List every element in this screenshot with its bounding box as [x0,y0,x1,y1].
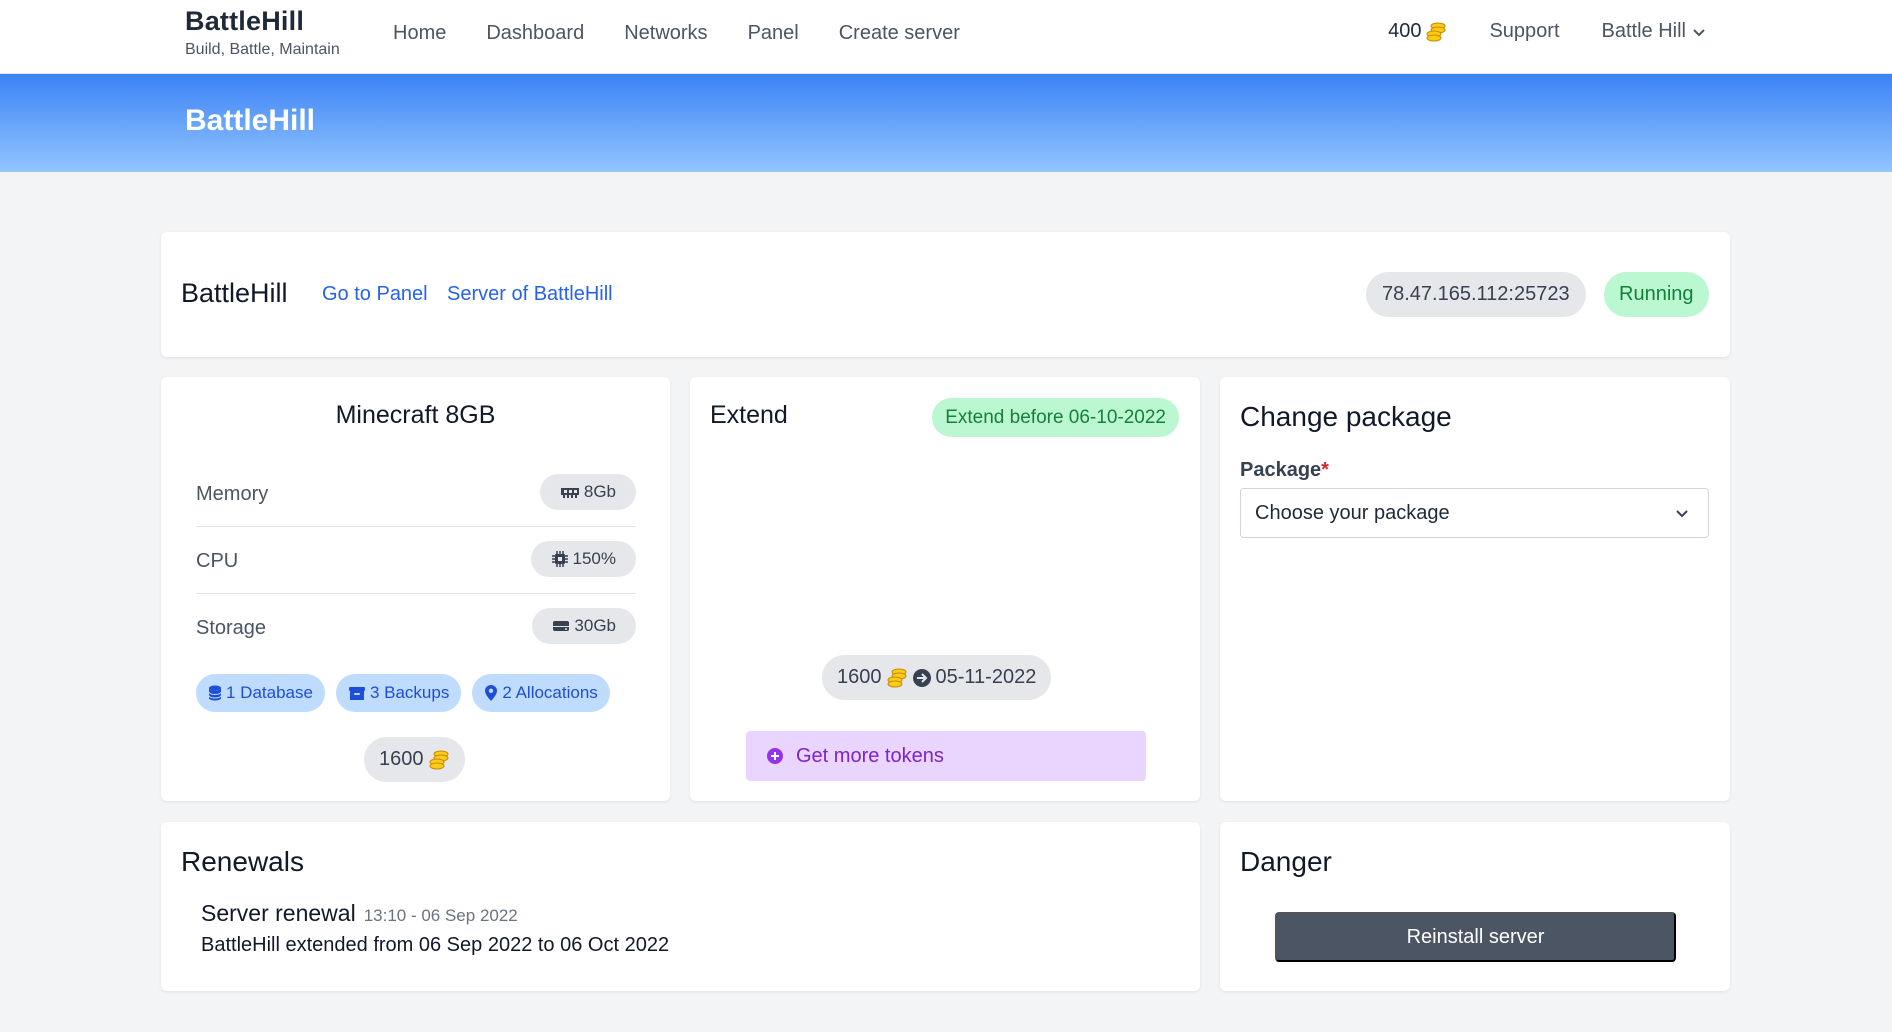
spec-row-storage: Storage 30Gb [196,594,636,661]
extend-cost: 1600 [837,666,882,688]
location-pin-icon [484,684,498,702]
server-name: BattleHill [181,278,288,308]
spec-value: 150% [572,549,616,568]
nav-link-home[interactable]: Home [393,22,446,45]
token-balance: 400 [1388,20,1447,43]
go-to-panel-link[interactable]: Go to Panel [322,283,428,306]
brand-subtitle: Build, Battle, Maintain [185,41,340,58]
extend-title: Extend [710,401,788,429]
renewal-time: 13:10 - 06 Sep 2022 [363,906,518,925]
server-address-badge[interactable]: 78.47.165.112:25723 [1366,272,1586,317]
user-menu[interactable]: Battle Hill [1602,20,1706,43]
extend-deadline-badge: Extend before 06-10-2022 [932,398,1179,437]
change-package-title: Change package [1240,401,1452,432]
renewal-heading: Server renewal [201,900,356,926]
page-banner: BattleHill [0,74,1892,172]
server-header-card: BattleHill Go to Panel Server of BattleH… [161,232,1730,357]
renewals-title: Renewals [181,846,304,877]
cpu-icon [551,550,569,568]
plus-circle-icon [766,747,784,765]
feature-badge-allocations: 2 Allocations [472,674,610,712]
token-balance-value: 400 [1388,20,1422,42]
spec-label: Memory [196,483,269,505]
package-label-text: Package [1240,459,1322,481]
memory-icon [560,485,580,499]
extend-card: Extend Extend before 06-10-2022 1600 05-… [690,377,1200,801]
package-name: Minecraft 8GB [335,401,496,429]
nav-link-create-server[interactable]: Create server [839,22,960,45]
package-select[interactable]: Choose your package [1240,488,1709,538]
storage-icon [552,619,570,633]
brand[interactable]: BattleHill Build, Battle, Maintain [185,6,340,59]
change-package-card: Change package Package* Choose your pack… [1220,377,1730,801]
danger-title: Danger [1240,846,1332,877]
extend-new-date: 05-11-2022 [935,666,1037,688]
package-features: 1 Database 3 Backups 2 Allocations [196,674,610,712]
chevron-down-icon [1692,25,1706,39]
arrow-right-circle-icon [912,668,932,688]
nav-link-dashboard[interactable]: Dashboard [486,22,584,45]
coins-icon [428,749,450,771]
feature-label: 2 Allocations [502,683,598,702]
spec-row-memory: Memory 8Gb [196,460,636,527]
page-title: BattleHill [185,104,316,137]
spec-value: 30Gb [574,616,616,635]
required-mark: * [1321,459,1329,481]
nav-link-panel[interactable]: Panel [748,22,799,45]
feature-badge-database: 1 Database [196,674,325,712]
nav-link-support[interactable]: Support [1489,20,1559,43]
package-field-label: Package* [1240,459,1329,482]
spec-value-badge: 30Gb [532,608,636,644]
chevron-down-icon [1674,505,1690,521]
feature-label: 3 Backups [369,683,450,702]
package-select-value: Choose your package [1255,501,1450,524]
package-price-badge: 1600 [364,737,465,782]
coins-icon [886,667,908,689]
feature-badge-backups: 3 Backups [335,674,462,712]
extend-button[interactable]: 1600 05-11-2022 [822,655,1052,700]
spec-value-badge: 150% [530,541,636,577]
user-name: Battle Hill [1601,20,1686,42]
package-price: 1600 [379,748,424,770]
spec-value-badge: 8Gb [539,474,636,510]
get-more-tokens-label: Get more tokens [796,744,944,767]
nav-links: Home Dashboard Networks Panel Create ser… [393,22,960,45]
brand-title[interactable]: BattleHill [185,6,340,37]
renewal-item: Server renewal 13:10 - 06 Sep 2022 Battle… [201,900,669,957]
spec-label: CPU [196,550,239,572]
reinstall-server-button[interactable]: Reinstall server [1275,912,1676,962]
coins-icon [1425,21,1447,43]
nav-link-networks[interactable]: Networks [624,22,707,45]
database-icon [208,685,222,701]
archive-icon [348,685,366,701]
spec-row-cpu: CPU 150% [196,527,636,594]
package-card: Minecraft 8GB Memory 8Gb CPU 150% Storag… [161,377,670,801]
status-badge: Running [1604,272,1709,317]
danger-card: Danger Reinstall server [1220,822,1730,991]
renewals-card: Renewals Server renewal 13:10 - 06 Sep 20… [161,822,1200,991]
spec-label: Storage [196,617,267,639]
get-more-tokens-button[interactable]: Get more tokens [746,731,1146,781]
feature-label: 1 Database [226,683,313,702]
top-navbar: BattleHill Build, Battle, Maintain Home … [0,0,1892,74]
server-owner-link[interactable]: Server of BattleHill [447,283,613,306]
renewal-description: BattleHill extended from 06 Sep 2022 to … [201,934,670,956]
spec-value: 8Gb [583,482,616,501]
nav-right: 400 Support Battle Hill [1388,20,1706,43]
